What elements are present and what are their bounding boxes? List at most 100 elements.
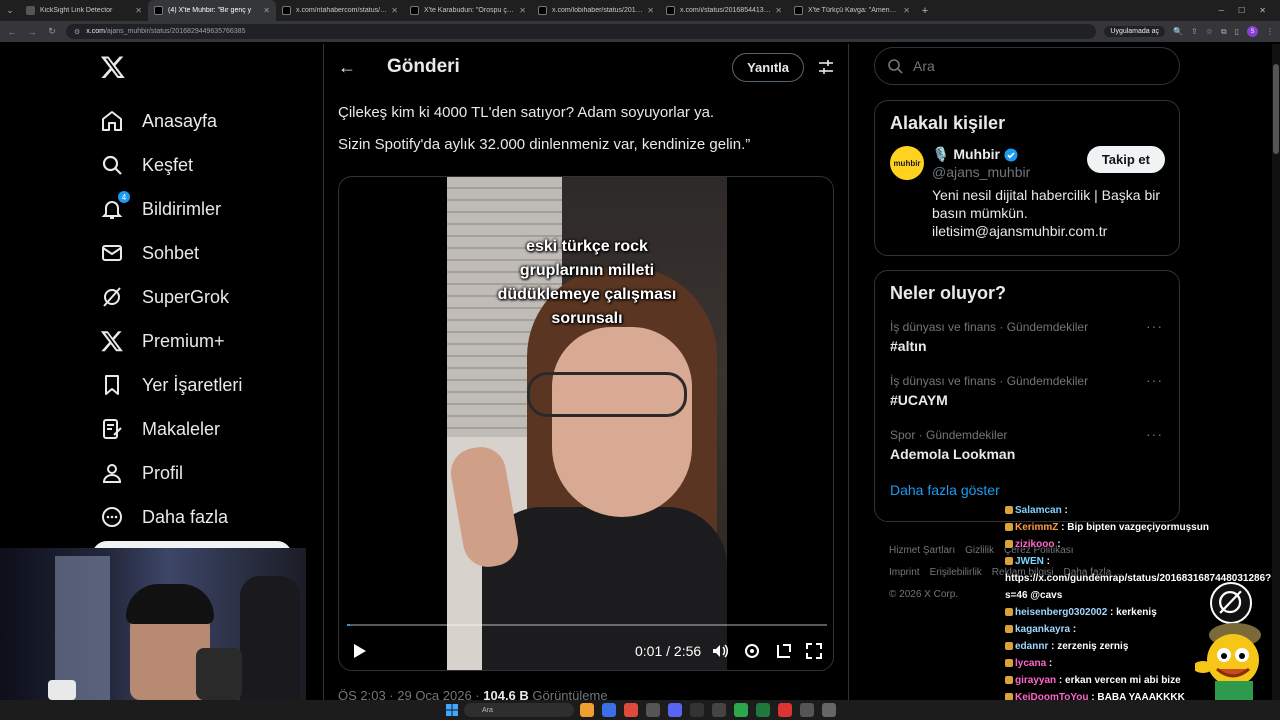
reply-button[interactable]: Yanıtla	[732, 52, 804, 82]
tab-close-icon[interactable]: ✕	[903, 6, 910, 15]
taskbar-app-icon[interactable]	[778, 703, 792, 717]
search-placeholder: Ara	[913, 58, 935, 74]
video-progress-bar[interactable]	[347, 624, 827, 626]
windows-start-icon[interactable]	[446, 704, 458, 716]
extensions-icon[interactable]: ⧉	[1221, 27, 1227, 37]
sidebar-item-profil[interactable]: Profil	[90, 451, 320, 495]
settings-sliders-icon[interactable]	[818, 59, 834, 75]
sidebar-item-supergrok[interactable]: SuperGrok	[90, 275, 320, 319]
chat-username: KerimmZ	[1015, 522, 1059, 533]
tab-close-icon[interactable]: ✕	[391, 6, 398, 15]
x-logo-icon[interactable]	[100, 54, 126, 80]
browser-menu-icon[interactable]: ⋮	[1266, 27, 1274, 36]
sidebar-toggle-icon[interactable]: ▯	[1235, 27, 1239, 36]
sidebar-item-label: Sohbet	[142, 242, 200, 263]
sidebar-item-label: Yer İşaretleri	[142, 374, 243, 395]
new-tab-button[interactable]: +	[916, 5, 934, 17]
taskbar-app-icon[interactable]	[646, 703, 660, 717]
profile-avatar[interactable]: S	[1247, 26, 1258, 37]
site-info-icon[interactable]: ⚙	[74, 28, 80, 36]
fullscreen-icon[interactable]	[805, 642, 823, 660]
tweet-text-line: Sizin Spotify'da aylık 32.000 dinlenmeni…	[338, 136, 751, 153]
chat-username: kagankayra	[1015, 624, 1071, 635]
sidebar-item-premium+[interactable]: Premium+	[90, 319, 320, 363]
more-options-icon[interactable]: ···	[1146, 426, 1163, 442]
more-options-icon[interactable]: ···	[1146, 318, 1163, 334]
chrome-icon[interactable]	[624, 703, 638, 717]
chat-username: zizikooo	[1015, 539, 1055, 550]
url-field[interactable]: ⚙ x.com/ajans_muhbir/status/201682944963…	[66, 24, 1097, 39]
play-icon[interactable]	[349, 641, 369, 661]
settings-gear-icon[interactable]	[743, 642, 761, 660]
url-host: x.com	[86, 28, 105, 35]
taskbar-app-icon[interactable]	[756, 703, 770, 717]
trend-item[interactable]: Spor · Gündemdekiler Ademola Lookman ···	[875, 418, 1179, 472]
related-person[interactable]: muhbir 🎙️ Muhbir @ajans_muhbir Yeni nesi…	[875, 134, 1179, 252]
trend-item[interactable]: İş dünyası ve finans · Gündemdekiler #UCA…	[875, 364, 1179, 418]
sidebar-item-bildirimler[interactable]: 4 Bildirimler	[90, 187, 320, 231]
footer-link[interactable]: Hizmet Şartları	[889, 545, 955, 556]
volume-icon[interactable]	[711, 642, 729, 660]
person-name[interactable]: 🎙️ Muhbir	[932, 146, 1000, 163]
taskbar-app-icon[interactable]	[800, 703, 814, 717]
verified-badge-icon	[1004, 148, 1018, 161]
avatar[interactable]: muhbir	[890, 146, 924, 180]
maximize-icon[interactable]: ☐	[1238, 6, 1245, 15]
open-in-app-button[interactable]: Uygulamada aç	[1104, 26, 1166, 37]
taskbar-app-icon[interactable]	[822, 703, 836, 717]
video-time: 0:01 / 2:56	[635, 643, 702, 659]
video-player[interactable]: eski türkçe rock gruplarının milleti düdük…	[338, 176, 834, 671]
tab-close-icon[interactable]: ✕	[519, 6, 526, 15]
search-input[interactable]: Ara	[874, 47, 1180, 85]
left-sidebar: Anasayfa Keşfet 4 Bildirimler Sohbet SuperGro…	[90, 44, 320, 539]
browser-tab[interactable]: x.com/i/status/2016854413369 ✕	[660, 0, 788, 21]
footer-link[interactable]: Erişilebilirlik	[930, 567, 982, 578]
close-window-icon[interactable]: ✕	[1259, 6, 1266, 15]
tab-close-icon[interactable]: ✕	[647, 6, 654, 15]
browser-tab[interactable]: x.com/lobihaber/status/201657 ✕	[532, 0, 660, 21]
taskbar-app-icon[interactable]	[734, 703, 748, 717]
back-arrow-icon[interactable]: ←	[338, 57, 362, 78]
trend-item[interactable]: İş dünyası ve finans · Gündemdekiler #alt…	[875, 310, 1179, 364]
chat-badge-icon	[1005, 676, 1013, 684]
taskbar-app-icon[interactable]	[602, 703, 616, 717]
browser-tab[interactable]: X'te Karabudun: "Orospu çocuğ ✕	[404, 0, 532, 21]
chat-text: kerkeniş	[1116, 607, 1157, 618]
taskbar-app-icon[interactable]	[690, 703, 704, 717]
follow-button[interactable]: Takip et	[1086, 146, 1165, 173]
forward-icon[interactable]: →	[26, 27, 38, 37]
footer-link[interactable]: Imprint	[889, 567, 920, 578]
tab-close-icon[interactable]: ✕	[263, 6, 270, 15]
sidebar-item-sohbet[interactable]: Sohbet	[90, 231, 320, 275]
sidebar-item-yer-i-şaretleri[interactable]: Yer İşaretleri	[90, 363, 320, 407]
browser-tab[interactable]: (4) X'te Muhbir: "Bir genç y ✕	[148, 0, 276, 21]
sidebar-item-anasayfa[interactable]: Anasayfa	[90, 99, 320, 143]
taskbar-app-icon[interactable]	[580, 703, 594, 717]
sidebar-item-label: Keşfet	[142, 154, 194, 175]
browser-tab[interactable]: KickSight Link Detector ✕	[20, 0, 148, 21]
sidebar-item-daha-fazla[interactable]: Daha fazla	[90, 495, 320, 539]
footer-link[interactable]: © 2026 X Corp.	[889, 589, 958, 600]
picture-in-picture-icon[interactable]	[775, 642, 793, 660]
share-icon[interactable]: ⇪	[1191, 27, 1198, 36]
tab-close-icon[interactable]: ✕	[775, 6, 782, 15]
sidebar-item-makaleler[interactable]: Makaleler	[90, 407, 320, 451]
reload-icon[interactable]: ↻	[46, 26, 58, 37]
tab-list-icon[interactable]: ⌄	[0, 0, 20, 21]
more-options-icon[interactable]: ···	[1146, 372, 1163, 388]
back-icon[interactable]: ←	[6, 27, 18, 37]
bookmark-star-icon[interactable]: ☆	[1206, 27, 1213, 36]
discord-icon[interactable]	[668, 703, 682, 717]
browser-tab[interactable]: X'te Türkçü Kavga: "Amerika'y ✕	[788, 0, 916, 21]
browser-tab[interactable]: x.com/ntahabercom/status/201 ✕	[276, 0, 404, 21]
sidebar-item-keşfet[interactable]: Keşfet	[90, 143, 320, 187]
zoom-icon[interactable]: 🔍	[1173, 27, 1183, 36]
footer-link[interactable]: Gizlilik	[965, 545, 994, 556]
tab-favicon-icon	[154, 6, 163, 15]
taskbar-search[interactable]: Ara	[464, 703, 574, 717]
tab-close-icon[interactable]: ✕	[135, 6, 142, 15]
chat-message: KerimmZ : Bip bipten vazgeçiyormuşsun	[1005, 519, 1275, 536]
tab-favicon-icon	[538, 6, 547, 15]
minimize-icon[interactable]: ─	[1218, 6, 1224, 15]
taskbar-app-icon[interactable]	[712, 703, 726, 717]
